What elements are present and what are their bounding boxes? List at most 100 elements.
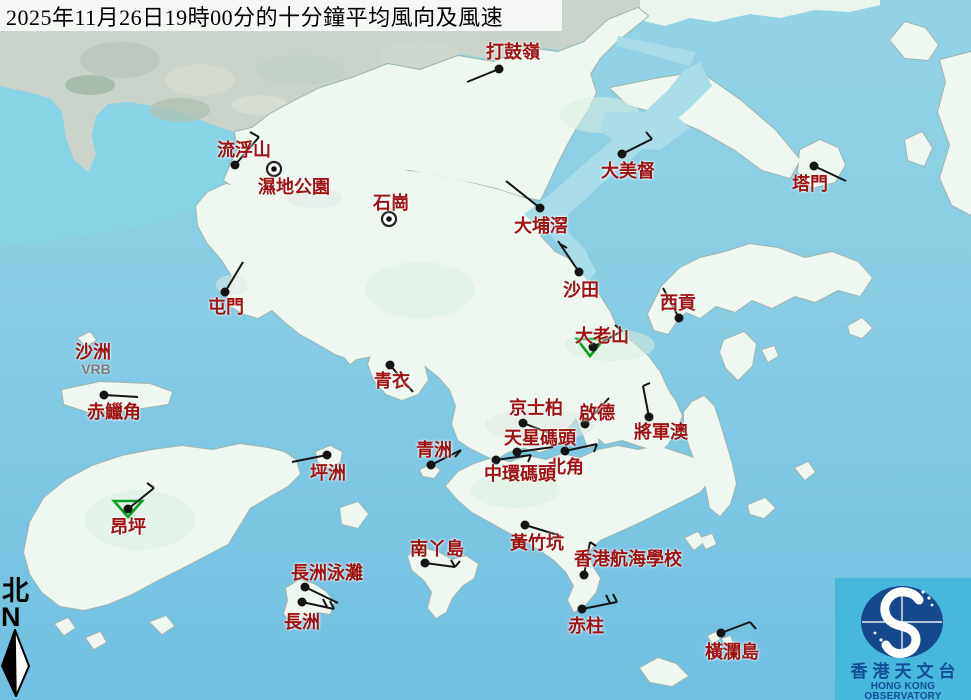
- station-marker: [618, 150, 627, 159]
- wind-barb-shaft: [467, 69, 499, 82]
- station-tates-cairn: [577, 325, 622, 356]
- north-letter-label: N: [1, 605, 40, 629]
- station-peng-chau: [292, 451, 332, 463]
- station-tsing-yi: [386, 361, 414, 393]
- station-green-island: [427, 450, 462, 470]
- station-marker: [675, 314, 684, 323]
- wind-barb-tick: [455, 561, 460, 567]
- wind-barb-tick: [646, 132, 652, 139]
- wind-barb-tick: [590, 542, 596, 546]
- calm-symbol-center: [386, 216, 392, 222]
- station-lau-fau-shan: [231, 132, 260, 170]
- station-marker: [495, 65, 504, 74]
- station-marker: [231, 161, 240, 170]
- wind-barb-shaft: [506, 181, 540, 208]
- wind-barb-tick: [549, 440, 553, 447]
- station-tai-po-kau: [506, 181, 545, 213]
- station-sai-kung: [663, 288, 684, 323]
- map-title: 2025年11月26日19時00分的十分鐘平均風向及風速: [0, 0, 503, 32]
- station-marker: [578, 605, 587, 614]
- wind-barb-shaft: [235, 137, 259, 165]
- station-marker: [581, 420, 590, 429]
- station-marker: [421, 559, 430, 568]
- station-marker: [645, 413, 654, 422]
- wind-barb-shaft: [565, 444, 597, 451]
- wind-map-screen: 打鼓嶺流浮山濕地公園石崗大美督塔門大埔滘沙田屯門西貢大老山沙洲VRB赤鱲角青衣京…: [0, 0, 971, 700]
- station-marker: [536, 204, 545, 213]
- station-tai-mei-tuk: [618, 132, 653, 159]
- station-wong-chuk-hang: [521, 521, 562, 537]
- wind-barb-tick: [606, 595, 610, 603]
- wind-barb-shaft: [425, 563, 455, 567]
- wind-barb-shaft: [302, 602, 334, 609]
- station-marker: [575, 268, 584, 277]
- wind-barb-shaft: [496, 455, 531, 460]
- wind-barb-shaft: [525, 525, 561, 536]
- station-north-point: [561, 444, 598, 456]
- stations-layer: [0, 0, 971, 700]
- wind-barb-tick: [643, 383, 650, 386]
- station-wetland-park: [267, 162, 281, 176]
- wind-barb-shaft: [721, 622, 750, 633]
- station-marker: [589, 343, 598, 352]
- wind-barb-shaft: [390, 365, 413, 392]
- station-ta-kwu-ling: [467, 65, 504, 83]
- wind-barb-tick: [613, 594, 617, 602]
- station-marker: [810, 162, 819, 171]
- station-marker: [717, 629, 726, 638]
- station-central-pier: [492, 455, 532, 465]
- north-compass: 北 N: [0, 578, 40, 700]
- station-marker: [100, 391, 109, 400]
- station-marker: [519, 419, 528, 428]
- station-marker: [427, 461, 436, 470]
- station-tuen-mun: [221, 262, 244, 297]
- hko-chinese-name: 香港天文台: [835, 663, 971, 680]
- north-arrow-icon: [0, 629, 34, 697]
- calm-symbol-center: [271, 166, 277, 172]
- hko-logo-icon: [835, 578, 971, 662]
- wind-barb-shaft: [663, 288, 679, 318]
- hko-logo: 香港天文台 HONG KONG OBSERVATORY: [835, 578, 971, 700]
- hko-english-name: HONG KONG OBSERVATORY: [835, 682, 971, 700]
- wind-barb-shaft: [431, 450, 461, 465]
- wind-barb-shaft: [292, 455, 327, 462]
- wind-barb-shaft: [517, 447, 553, 452]
- wind-barb-shaft: [585, 398, 609, 424]
- station-shek-kong: [382, 212, 396, 226]
- station-marker: [124, 505, 133, 514]
- wind-barb-shaft: [582, 602, 617, 609]
- station-tseung-kwan-o: [643, 383, 654, 422]
- station-marker: [323, 451, 332, 460]
- wind-barb-shaft: [128, 488, 154, 509]
- station-lamma-island: [421, 559, 461, 568]
- station-marker: [492, 456, 501, 465]
- station-cheung-chau-beach: [301, 583, 339, 604]
- station-ngong-ping: [114, 483, 154, 517]
- station-star-ferry-pier: [513, 440, 554, 457]
- station-hk-sea-school: [580, 542, 597, 580]
- wind-barb-tick: [615, 325, 622, 331]
- station-chek-lap-kok: [100, 391, 139, 400]
- station-marker: [580, 571, 589, 580]
- station-kai-tak: [581, 398, 610, 429]
- station-marker: [561, 447, 570, 456]
- title-bar: 2025年11月26日19時00分的十分鐘平均風向及風速: [0, 0, 562, 31]
- station-kings-park: [519, 419, 550, 434]
- wind-barb-shaft: [104, 395, 138, 397]
- station-marker: [521, 521, 530, 530]
- station-marker: [513, 448, 522, 457]
- wind-barb-shaft: [225, 262, 243, 292]
- station-waglan-island: [717, 622, 757, 638]
- station-stanley: [578, 594, 618, 614]
- station-marker: [221, 288, 230, 297]
- wind-barb-shaft: [814, 166, 846, 181]
- station-marker: [298, 598, 307, 607]
- north-chinese-label: 北: [2, 578, 40, 605]
- wind-barb-tick: [250, 132, 259, 137]
- station-marker: [301, 583, 310, 592]
- wind-barb-shaft: [305, 587, 338, 603]
- station-marker: [386, 361, 395, 370]
- wind-barb-shaft: [584, 542, 590, 575]
- wind-barb-shaft: [622, 139, 652, 154]
- wind-barb-tick: [750, 622, 756, 629]
